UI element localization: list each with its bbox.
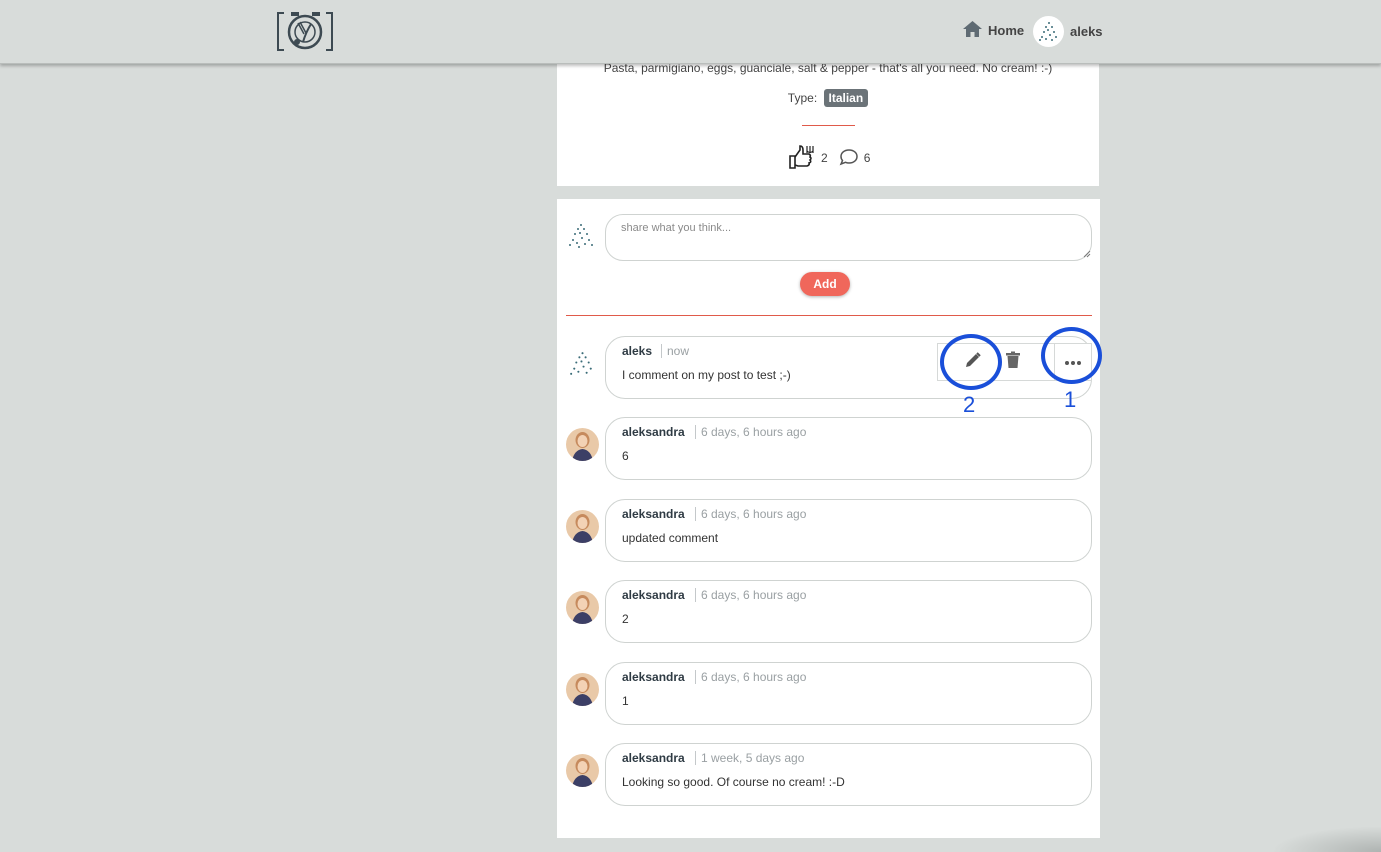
comment-bubble: aleksandra 6 days, 6 hours ago 2	[605, 580, 1092, 643]
like-count: 2	[821, 151, 828, 165]
comment-avatar	[566, 347, 599, 380]
user-avatar	[1033, 15, 1064, 47]
comment-text: 6	[622, 449, 629, 463]
new-comment-avatar	[565, 219, 597, 251]
comment-time: now	[661, 344, 689, 358]
top-navbar: Home aleks	[0, 0, 1381, 64]
comment-author[interactable]: aleksandra	[622, 670, 685, 684]
comment-text: 2	[622, 612, 629, 626]
comment-count: 6	[863, 151, 871, 165]
comment-bubble: aleksandra 6 days, 6 hours ago 6	[605, 417, 1092, 480]
post-type-badge[interactable]: Italian	[823, 89, 869, 107]
comments-card: Add aleks now I comment on my post to te…	[557, 199, 1100, 838]
comment-item: aleksandra 1 week, 5 days ago Looking so…	[557, 743, 1100, 807]
comment-time: 6 days, 6 hours ago	[695, 588, 806, 602]
comment-text: 1	[622, 694, 629, 708]
comment-author[interactable]: aleksandra	[622, 751, 685, 765]
comment-count-button[interactable]: 6	[839, 148, 871, 169]
nav-user-name: aleks	[1070, 23, 1103, 39]
comment-avatar	[566, 428, 599, 461]
nav-home-label: Home	[988, 22, 1025, 38]
post-type-row: Type: Italian	[557, 89, 1099, 107]
comment-bubble: aleksandra 1 week, 5 days ago Looking so…	[605, 743, 1092, 806]
comments-divider	[566, 315, 1092, 316]
nav-home-link[interactable]: Home	[962, 20, 1024, 40]
comment-text: updated comment	[622, 531, 719, 545]
comment-avatar	[566, 754, 599, 787]
annotation-label-2: 2	[963, 392, 976, 417]
comment-author[interactable]: aleks	[622, 344, 652, 358]
comment-item: aleksandra 6 days, 6 hours ago 6	[557, 417, 1100, 481]
post-divider	[802, 125, 855, 126]
nav-user-menu[interactable]: aleks	[1033, 15, 1103, 47]
comment-bubble: aleksandra 6 days, 6 hours ago 1	[605, 662, 1092, 725]
comment-item: aleksandra 6 days, 6 hours ago updated c…	[557, 499, 1100, 563]
trash-icon	[1005, 351, 1021, 374]
add-comment-button[interactable]: Add	[800, 272, 850, 296]
annotation-label-1: 1	[1064, 387, 1077, 412]
comment-avatar	[566, 510, 599, 543]
speech-bubble-icon	[839, 148, 859, 169]
post-stats: 2 6	[788, 144, 871, 173]
comment-item: aleksandra 6 days, 6 hours ago 2	[557, 580, 1100, 644]
comment-item: aleks now I comment on my post to test ;…	[557, 336, 1100, 400]
home-icon	[962, 20, 983, 41]
app-logo-icon[interactable]	[276, 10, 334, 53]
comment-avatar	[566, 673, 599, 706]
like-button[interactable]: 2	[788, 144, 828, 173]
corner-shadow	[1271, 826, 1381, 852]
comment-bubble: aleksandra 6 days, 6 hours ago updated c…	[605, 499, 1092, 562]
comment-text: Looking so good. Of course no cream! :-D	[622, 775, 845, 789]
post-type-label: Type:	[787, 91, 818, 105]
comment-text: I comment on my post to test ;-)	[622, 368, 791, 382]
comment-time: 6 days, 6 hours ago	[695, 425, 806, 439]
annotation-ring-more	[1041, 327, 1102, 384]
comment-author[interactable]: aleksandra	[622, 588, 685, 602]
annotation-ring-edit	[940, 334, 1002, 390]
comment-author[interactable]: aleksandra	[622, 425, 685, 439]
comment-item: aleksandra 6 days, 6 hours ago 1	[557, 662, 1100, 726]
resize-handle-icon[interactable]	[1083, 250, 1091, 258]
thumbs-up-fork-icon	[788, 144, 816, 173]
comment-author[interactable]: aleksandra	[622, 507, 685, 521]
comment-time: 6 days, 6 hours ago	[695, 670, 806, 684]
comment-time: 6 days, 6 hours ago	[695, 507, 806, 521]
comment-time: 1 week, 5 days ago	[695, 751, 804, 765]
comment-avatar	[566, 591, 599, 624]
comment-input[interactable]	[605, 214, 1092, 261]
